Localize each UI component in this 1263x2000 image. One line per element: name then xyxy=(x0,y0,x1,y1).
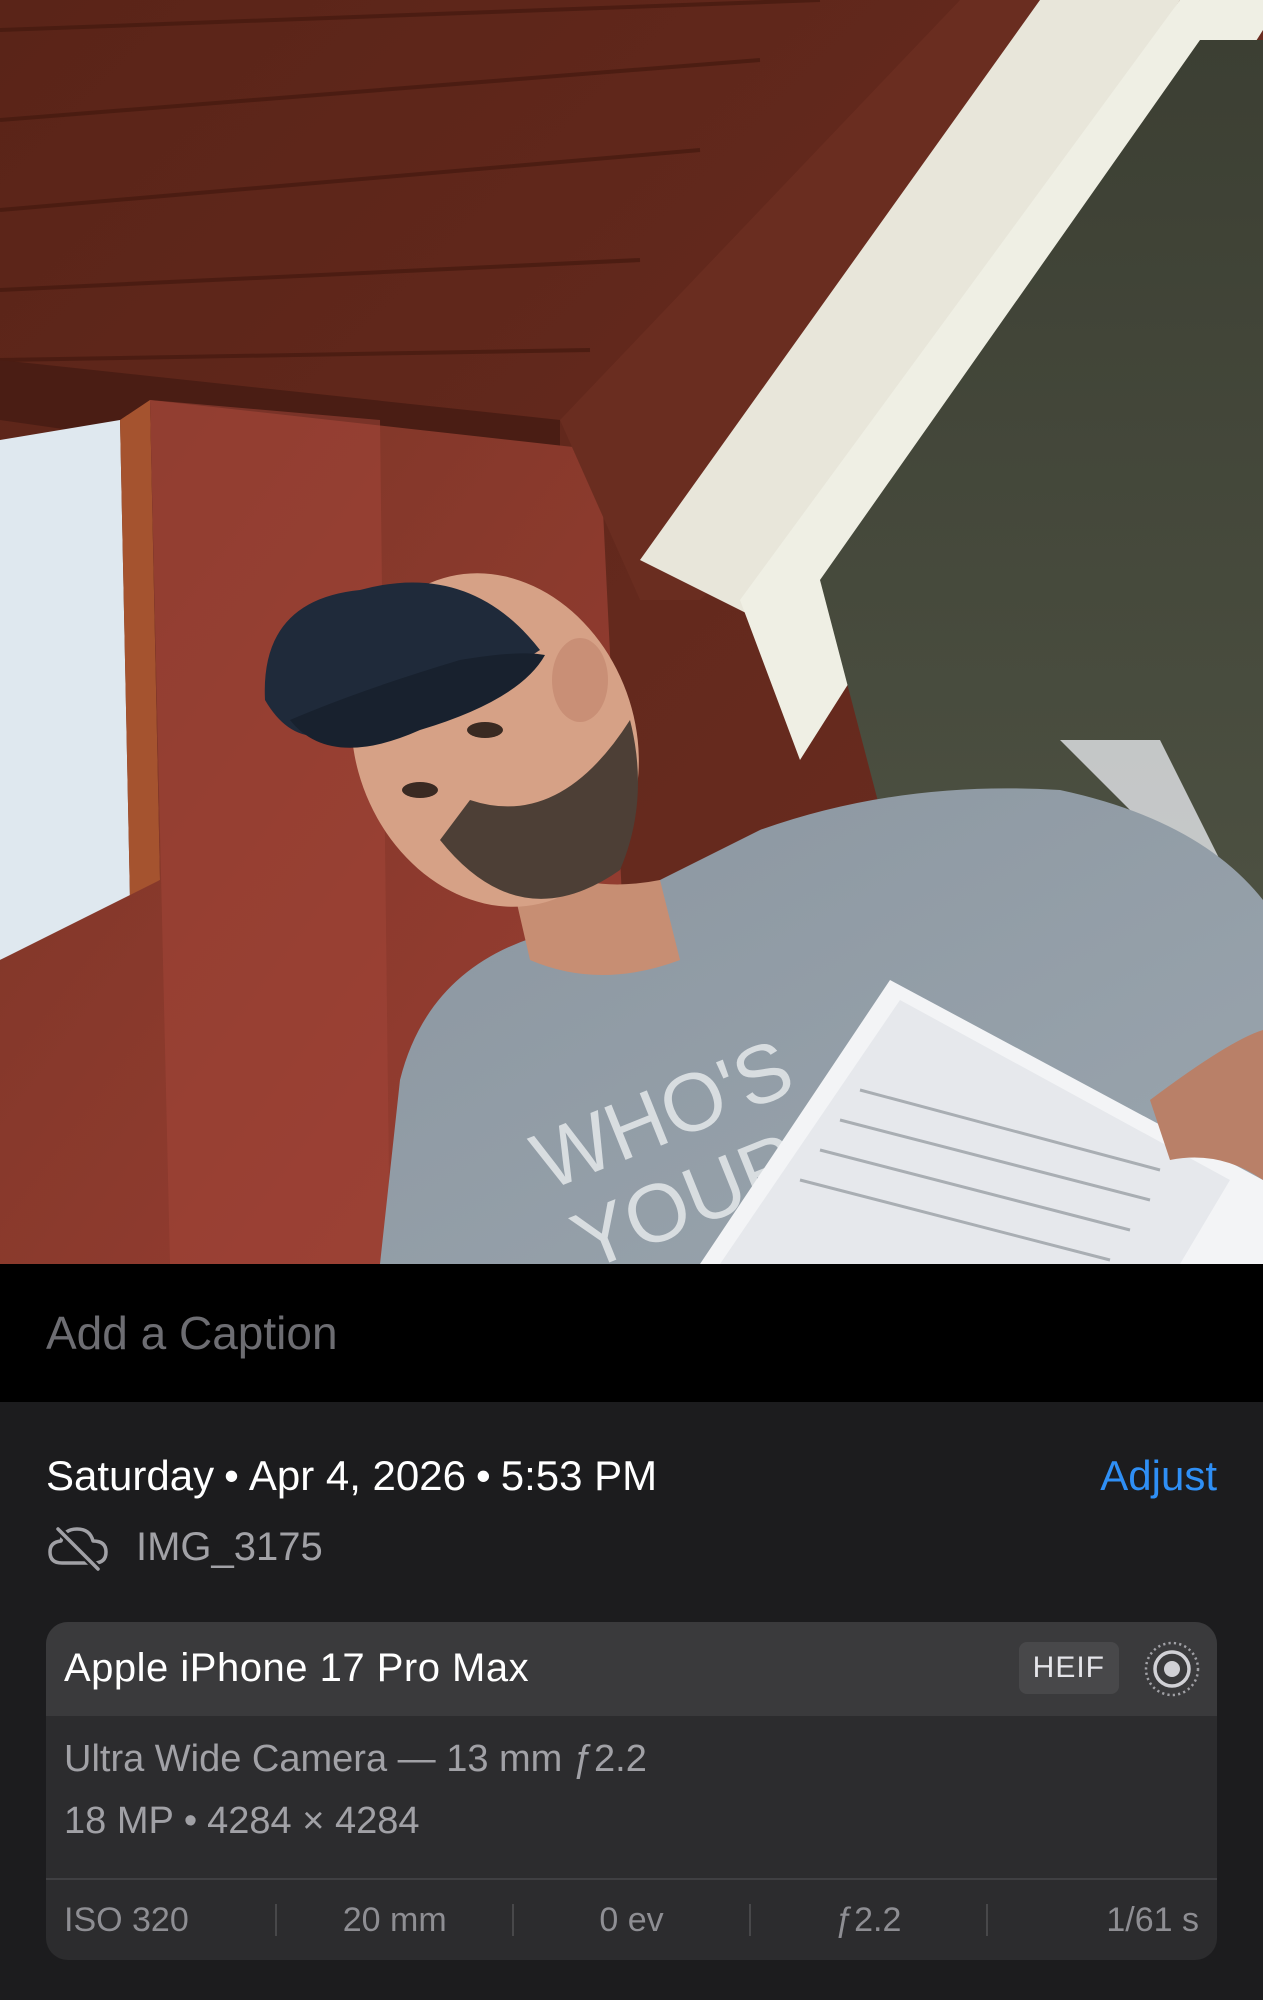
exif-iso: ISO 320 xyxy=(64,1901,189,1939)
live-photo-icon[interactable] xyxy=(1143,1640,1201,1698)
dimensions: 4284 × 4284 xyxy=(207,1800,420,1842)
resolution-info: 18 MP • 4284 × 4284 xyxy=(64,1800,420,1843)
exif-focal-length: 20 mm xyxy=(342,1901,447,1939)
card-header: Apple iPhone 17 Pro Max HEIF xyxy=(46,1622,1217,1716)
photo-viewer[interactable]: WHO'S YOUR xyxy=(0,0,1263,1264)
exif-row: ISO 320 20 mm 0 ev ƒ2.2 1/61 s xyxy=(46,1878,1217,1960)
file-info-line: IMG_3175 xyxy=(46,1520,323,1574)
photo-info-screen: WHO'S YOUR Add a Caption Saturday • Apr … xyxy=(0,0,1263,2000)
info-sheet: Saturday • Apr 4, 2026 • 5:53 PM Adjust IMG_… xyxy=(0,1402,1263,2000)
megapixels: 18 MP xyxy=(64,1800,174,1842)
lens-info: Ultra Wide Camera — 13 mm ƒ2.2 xyxy=(64,1738,647,1780)
caption-input[interactable] xyxy=(46,1298,1216,1368)
file-name: IMG_3175 xyxy=(136,1524,323,1569)
date-time-line: Saturday • Apr 4, 2026 • 5:53 PM xyxy=(46,1452,657,1500)
separator: • xyxy=(224,1452,239,1499)
photo-image: WHO'S YOUR xyxy=(0,0,1263,1264)
exif-exposure-value: 0 ev xyxy=(599,1901,664,1939)
date-label: Apr 4, 2026 xyxy=(248,1452,466,1499)
cloud-slash-icon xyxy=(48,1526,108,1571)
format-badge: HEIF xyxy=(1018,1642,1119,1694)
separator: • xyxy=(183,1800,198,1842)
device-name: Apple iPhone 17 Pro Max xyxy=(64,1646,530,1690)
exif-shutter-speed: 1/61 s xyxy=(1106,1901,1200,1939)
day-label: Saturday xyxy=(46,1452,215,1499)
adjust-button[interactable]: Adjust xyxy=(1100,1452,1217,1500)
separator: • xyxy=(476,1452,491,1499)
time-label: 5:53 PM xyxy=(500,1452,658,1499)
exif-aperture: ƒ2.2 xyxy=(835,1901,902,1939)
caption-bar xyxy=(0,1264,1263,1402)
card-body: Ultra Wide Camera — 13 mm ƒ2.2 18 MP • 428… xyxy=(46,1716,1217,1878)
camera-info-card: Apple iPhone 17 Pro Max HEIF Ultra Wide … xyxy=(46,1622,1217,1960)
